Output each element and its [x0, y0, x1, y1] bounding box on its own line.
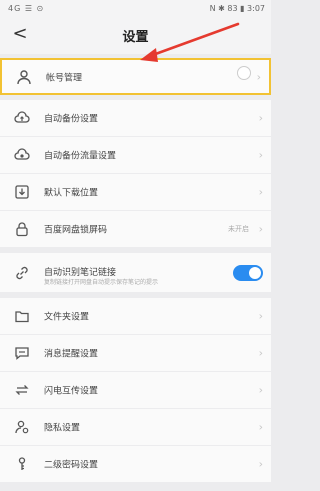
- chevron-right-icon: ›: [258, 420, 263, 434]
- settings-item-label: 文件夹设置: [44, 312, 90, 323]
- avatar: [237, 66, 251, 80]
- chevron-right-icon: ›: [258, 148, 263, 162]
- status-right: N ✱ 83 ▮ 3:07: [209, 4, 265, 13]
- settings-item-label: 默认下载位置: [44, 188, 99, 199]
- settings-item-label: 百度网盘锁屏码: [44, 225, 108, 236]
- download-icon: [14, 184, 30, 200]
- chevron-right-icon: ›: [256, 70, 261, 83]
- settings-item-label: 自动备份设置: [44, 114, 99, 125]
- chevron-right-icon: ›: [258, 346, 263, 360]
- settings-item-note-link: 自动识别笔记链接 复制链接打开网盘自动提示保存笔记的提示: [0, 253, 271, 293]
- settings-item-second-password[interactable]: 二级密码设置 ›: [0, 446, 271, 483]
- folder-icon: [14, 308, 30, 324]
- settings-item-backup-traffic[interactable]: 自动备份流量设置 ›: [0, 137, 271, 174]
- settings-item-label: 帐号管理: [46, 73, 83, 83]
- person-icon: [16, 69, 32, 85]
- settings-item-message[interactable]: 消息提醒设置 ›: [0, 335, 271, 372]
- chevron-right-icon: ›: [258, 111, 263, 125]
- chevron-right-icon: ›: [258, 222, 263, 236]
- status-left: 4G ☰ ⊙: [8, 4, 45, 13]
- nav-bar: < 设置: [0, 18, 271, 54]
- settings-item-label: 消息提醒设置: [44, 349, 99, 360]
- settings-item-auto-backup[interactable]: 自动备份设置 ›: [0, 100, 271, 137]
- settings-list: 帐号管理 › 自动备份设置 › 自动备份流量设置 › 默认下载位置 › 百度网盘…: [0, 58, 271, 483]
- cloud-upload-icon: [14, 110, 30, 126]
- chevron-right-icon: ›: [258, 457, 263, 471]
- status-bar: 4G ☰ ⊙ N ✱ 83 ▮ 3:07: [0, 0, 271, 18]
- lock-code-status: 未开启: [228, 225, 249, 233]
- settings-item-account[interactable]: 帐号管理 ›: [0, 58, 271, 95]
- link-icon: [14, 265, 30, 281]
- privacy-icon: [14, 419, 30, 435]
- chevron-right-icon: ›: [258, 383, 263, 397]
- lock-icon: [14, 221, 30, 237]
- settings-item-folder[interactable]: 文件夹设置 ›: [0, 298, 271, 335]
- settings-item-download-location[interactable]: 默认下载位置 ›: [0, 174, 271, 211]
- settings-item-privacy[interactable]: 隐私设置 ›: [0, 409, 271, 446]
- note-link-toggle[interactable]: [233, 264, 263, 281]
- chevron-right-icon: ›: [258, 309, 263, 323]
- settings-item-description: 复制链接打开网盘自动提示保存笔记的提示: [44, 279, 159, 286]
- cloud-sync-icon: [14, 147, 30, 163]
- settings-item-transfer[interactable]: 闪电互传设置 ›: [0, 372, 271, 409]
- chevron-right-icon: ›: [258, 185, 263, 199]
- settings-item-label: 二级密码设置: [44, 460, 99, 471]
- settings-item-label: 闪电互传设置: [44, 386, 99, 397]
- settings-item-lock-code[interactable]: 百度网盘锁屏码 未开启 ›: [0, 211, 271, 248]
- message-icon: [14, 345, 30, 361]
- transfer-icon: [14, 382, 30, 398]
- key-icon: [14, 456, 30, 472]
- page-title: 设置: [122, 30, 149, 45]
- settings-item-label: 隐私设置: [44, 423, 81, 434]
- settings-item-label: 自动备份流量设置: [44, 151, 117, 162]
